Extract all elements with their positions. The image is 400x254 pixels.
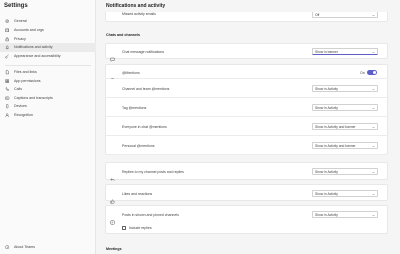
file-icon [5,70,10,75]
sidebar-item-label: About Teams [14,245,35,250]
chevron-down-icon [372,171,375,174]
chevron-down-icon [372,214,375,217]
mention-row: Tag @mentions Show in Activity [105,98,388,117]
gear-icon [5,19,10,24]
chevron-down-icon [372,107,375,110]
org-icon [5,28,10,33]
likes-dropdown[interactable]: Show in Activity [312,190,378,197]
replies-dropdown[interactable]: Show in Activity [312,168,378,175]
missed-activity-label: Missed activity emails [122,12,156,16]
chat-message-card: Chat message notifications Show in banne… [105,43,388,62]
sidebar-item-files[interactable]: Files and links [0,68,96,77]
chat-message-label: Chat message notifications [122,50,165,54]
likes-card: Likes and reactions Show in Activity [105,184,388,203]
sidebar-item-label: Files and links [14,70,37,75]
mentions-toggle-label: On [360,70,365,75]
mentions-toggle[interactable] [367,70,377,75]
replies-card: Replies to my channel posts and replies … [105,162,388,181]
mention-row-label: Personal @mentions [122,144,155,148]
info-icon [5,245,10,250]
sidebar-item-label: Recognition [14,113,33,118]
dropdown-value: Show in Activity [315,169,338,174]
mention-row: Personal @mentions Show in Activity and … [105,136,388,155]
mention-row-label: Everyone in chat @mentions [122,125,167,129]
posts-card: Posts in shown and pinned channels Show … [105,205,388,234]
reply-icon [110,169,115,181]
everyone-mentions-dropdown[interactable]: Show in Activity and banner [312,123,378,130]
section-heading-chats: Chats and channels [106,33,140,37]
dropdown-value: Show in Activity and banner [315,143,356,148]
channel-icon [110,212,115,225]
sidebar-item-accounts[interactable]: Accounts and orgs [0,26,96,35]
section-heading-meetings: Meetings [106,247,122,251]
posts-label: Posts in shown and pinned channels [122,213,179,217]
device-icon [5,104,10,109]
mention-row-label: Tag @mentions [122,105,147,110]
dropdown-value: Show in banner [315,49,338,54]
sidebar-item-about[interactable]: About Teams [0,243,96,252]
lock-icon [5,37,10,42]
sidebar-item-calls[interactable]: Calls [0,85,96,94]
channel-team-mentions-dropdown[interactable]: Show in Activity [312,85,378,92]
thumbs-up-icon [110,191,115,203]
sidebar-item-label: Calls [14,87,22,92]
sidebar-divider [5,65,91,66]
sidebar-item-label: Accounts and orgs [14,28,44,33]
dropdown-value: Show in Activity [315,105,338,110]
sidebar-item-label: Privacy [14,37,26,42]
tag-mentions-dropdown[interactable]: Show in Activity [312,104,378,111]
sidebar-item-label: App permissions [14,79,41,84]
posts-dropdown[interactable]: Show in Activity [312,211,378,218]
dropdown-value: Show in Activity [315,191,338,196]
grid-icon [5,79,10,84]
sidebar-item-general[interactable]: General [0,17,96,26]
page-header: Notifications and activity [96,0,400,12]
sidebar-item-label: Captions and transcripts [14,96,53,101]
sidebar-title: Settings [4,3,28,9]
settings-sidebar: Settings General Accounts and orgs Priva… [0,0,96,254]
sidebar-item-label: Notifications and activity [14,45,53,50]
chevron-up-icon[interactable] [380,70,385,82]
sidebar-item-label: General [14,19,27,24]
sidebar-item-label: Devices [14,104,27,109]
cc-icon [5,96,10,101]
chevron-down-icon [372,14,375,17]
dropdown-value: Show in Activity and banner [315,124,356,129]
mention-row-label: Channel and team @mentions [122,87,170,91]
page-title: Notifications and activity [106,3,166,9]
mention-row: Channel and team @mentions Show in Activ… [105,79,388,98]
include-replies-label: Include replies [129,226,152,231]
sidebar-item-devices[interactable]: Devices [0,102,96,111]
mentions-label: @Mentions [122,70,140,75]
chevron-down-icon [372,145,375,148]
sidebar-item-label: Appearance and accessibility [14,54,61,59]
dropdown-value: Off [315,12,320,17]
mentions-card: @Mentions On [105,64,388,83]
dropdown-value: Show in Activity [315,212,338,217]
mention-row: Everyone in chat @mentions Show in Activ… [105,117,388,136]
chevron-down-icon [372,51,375,54]
sidebar-item-recognition[interactable]: Recognition [0,111,96,120]
sidebar-item-appearance[interactable]: Appearance and accessibility [0,52,96,61]
chevron-down-icon [372,88,375,91]
replies-label: Replies to my channel posts and replies [122,170,184,174]
missed-activity-dropdown[interactable]: Off [312,11,378,18]
at-sign-icon [110,70,115,83]
brush-icon [5,54,10,59]
chevron-down-icon [372,126,375,129]
bell-icon [5,45,10,50]
likes-label: Likes and reactions [122,191,153,196]
include-replies-checkbox[interactable] [122,226,126,230]
settings-content: Missed activity emails Off Notifications… [96,0,400,254]
chat-icon [110,49,115,62]
chevron-down-icon [372,193,375,196]
phone-icon [5,87,10,92]
chat-message-dropdown[interactable]: Show in banner [312,48,378,55]
dropdown-value: Show in Activity [315,86,338,91]
sidebar-item-notifications[interactable]: Notifications and activity [0,43,96,52]
person-icon [5,113,10,118]
personal-mentions-dropdown[interactable]: Show in Activity and banner [312,142,378,149]
